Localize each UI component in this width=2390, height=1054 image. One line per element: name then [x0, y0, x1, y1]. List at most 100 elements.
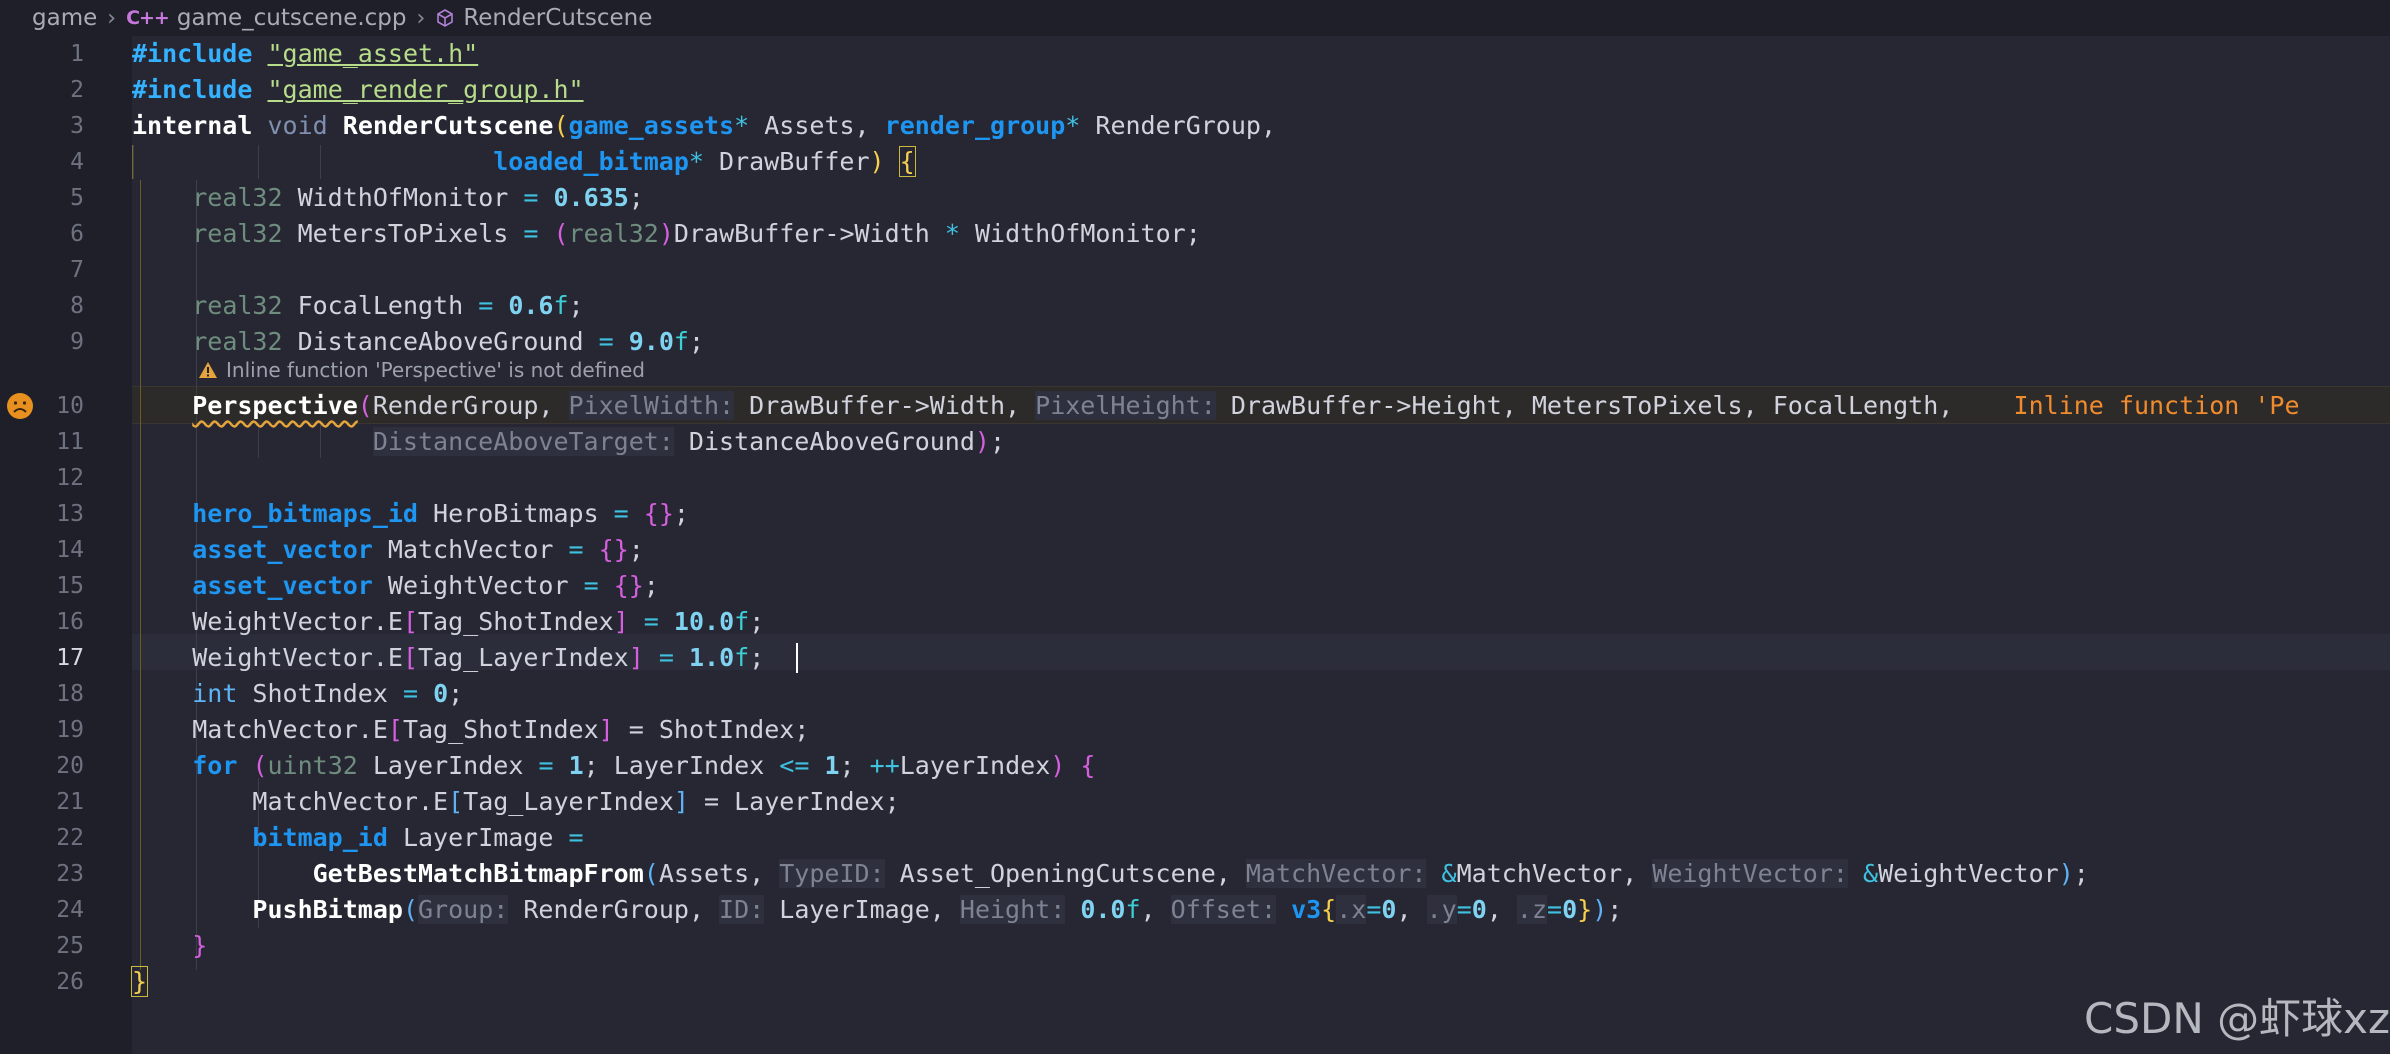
code-line: 2 #include "game_render_group.h": [0, 72, 2390, 108]
code-text[interactable]: WeightVector.E[Tag_ShotIndex] = 10.0f;: [132, 604, 764, 640]
chevron-right-icon: ›: [107, 5, 117, 31]
inlay-hint: PixelHeight:: [1035, 391, 1216, 420]
line-number: 21: [56, 789, 84, 815]
code-line-active: 17 WeightVector.E[Tag_LayerIndex] = 1.0f…: [0, 640, 2390, 676]
code-text[interactable]: WeightVector.E[Tag_LayerIndex] = 1.0f;: [132, 640, 764, 676]
inlay-hint: Group:: [418, 895, 509, 924]
code-line: 23 GetBestMatchBitmapFrom(Assets, TypeID…: [0, 856, 2390, 892]
code-line: 15 asset_vector WeightVector = {};: [0, 568, 2390, 604]
code-line: 24 PushBitmap(Group: RenderGroup, ID: La…: [0, 892, 2390, 928]
symbol-method-icon: [435, 8, 455, 28]
code-line: 18 int ShotIndex = 0;: [0, 676, 2390, 712]
code-text[interactable]: real32 WidthOfMonitor = 0.635;: [132, 180, 644, 216]
inlay-hint: DistanceAboveTarget:: [372, 427, 674, 456]
code-line: 7: [0, 252, 2390, 288]
inlay-hint: ID:: [719, 895, 765, 924]
code-text[interactable]: internal void RenderCutscene(game_assets…: [132, 108, 1276, 144]
line-number: 1: [70, 41, 84, 67]
code-text[interactable]: }: [132, 928, 207, 964]
text-cursor: [796, 643, 798, 673]
inlay-hint: Offset:: [1170, 895, 1276, 924]
code-line: 25 }: [0, 928, 2390, 964]
code-line: 6 real32 MetersToPixels = (real32)DrawBu…: [0, 216, 2390, 252]
code-line: 10 Perspective(RenderGroup, PixelWidth: …: [0, 388, 2390, 424]
code-text[interactable]: GetBestMatchBitmapFrom(Assets, TypeID: A…: [132, 856, 2089, 892]
line-number: 14: [56, 537, 84, 563]
line-number: 2: [70, 77, 84, 103]
line-number: 16: [56, 609, 84, 635]
code-line: 4 loaded_bitmap* DrawBuffer) {: [0, 144, 2390, 180]
code-line: 12: [0, 460, 2390, 496]
line-number: 25: [56, 933, 84, 959]
code-text[interactable]: asset_vector MatchVector = {};: [132, 532, 644, 568]
line-number: 7: [70, 257, 84, 283]
code-text[interactable]: bitmap_id LayerImage =: [132, 820, 583, 856]
code-text[interactable]: for (uint32 LayerIndex = 1; LayerIndex <…: [132, 748, 1095, 784]
code-text[interactable]: hero_bitmaps_id HeroBitmaps = {};: [132, 496, 689, 532]
line-number: 11: [56, 429, 84, 455]
warning-lens[interactable]: Inline function 'Perspective' is not def…: [198, 358, 645, 382]
code-line: 9 real32 DistanceAboveGround = 9.0f;: [0, 324, 2390, 360]
code-line: 16 WeightVector.E[Tag_ShotIndex] = 10.0f…: [0, 604, 2390, 640]
warning-icon: [198, 361, 218, 379]
line-number: 18: [56, 681, 84, 707]
line-number: 26: [56, 969, 84, 995]
inlay-hint: Height:: [959, 895, 1066, 924]
line-number: 15: [56, 573, 84, 599]
code-text[interactable]: Perspective(RenderGroup, PixelWidth: Dra…: [132, 388, 2300, 424]
line-number: 4: [70, 149, 84, 175]
line-number: 24: [56, 897, 84, 923]
breadcrumb-symbol[interactable]: RenderCutscene: [463, 5, 652, 31]
line-number: 3: [70, 113, 84, 139]
code-line: 20 for (uint32 LayerIndex = 1; LayerInde…: [0, 748, 2390, 784]
code-text[interactable]: DistanceAboveTarget: DistanceAboveGround…: [132, 424, 1005, 460]
line-number: 13: [56, 501, 84, 527]
code-line: 22 bitmap_id LayerImage =: [0, 820, 2390, 856]
line-number: 6: [70, 221, 84, 247]
line-number: 8: [70, 293, 84, 319]
code-text[interactable]: loaded_bitmap* DrawBuffer) {: [132, 144, 916, 180]
code-line: 1 #include "game_asset.h": [0, 36, 2390, 72]
code-line: 21 MatchVector.E[Tag_LayerIndex] = Layer…: [0, 784, 2390, 820]
code-text[interactable]: MatchVector.E[Tag_LayerIndex] = LayerInd…: [132, 784, 899, 820]
line-number: 22: [56, 825, 84, 851]
line-number: 19: [56, 717, 84, 743]
breadcrumb: game › C++ game_cutscene.cpp › RenderCut…: [0, 0, 2390, 36]
line-number: 20: [56, 753, 84, 779]
inlay-hint: WeightVector:: [1652, 859, 1848, 888]
code-text[interactable]: #include "game_asset.h": [132, 36, 478, 72]
code-line: 11 DistanceAboveTarget: DistanceAboveGro…: [0, 424, 2390, 460]
chevron-right-icon: ›: [416, 5, 426, 31]
inlay-hint: MatchVector:: [1245, 859, 1427, 888]
line-number: 9: [70, 329, 84, 355]
perspective-call-error: Perspective: [192, 391, 358, 420]
code-text[interactable]: asset_vector WeightVector = {};: [132, 568, 659, 604]
cpp-file-icon: C++: [126, 7, 170, 29]
line-number: 12: [56, 465, 84, 491]
warning-message: Inline function 'Perspective' is not def…: [226, 358, 645, 382]
breadcrumb-folder[interactable]: game: [32, 5, 97, 31]
line-number: 23: [56, 861, 84, 887]
code-line: 13 hero_bitmaps_id HeroBitmaps = {};: [0, 496, 2390, 532]
code-text[interactable]: int ShotIndex = 0;: [132, 676, 463, 712]
code-text[interactable]: real32 DistanceAboveGround = 9.0f;: [132, 324, 704, 360]
inline-error-message: Inline function 'Pe: [2013, 391, 2300, 420]
code-line: 8 real32 FocalLength = 0.6f;: [0, 288, 2390, 324]
code-text[interactable]: real32 MetersToPixels = (real32)DrawBuff…: [132, 216, 1201, 252]
line-number: 10: [56, 393, 84, 419]
code-text[interactable]: PushBitmap(Group: RenderGroup, ID: Layer…: [132, 892, 1622, 928]
code-line: 26 }: [0, 964, 2390, 1000]
code-line: 19 MatchVector.E[Tag_ShotIndex] = ShotIn…: [0, 712, 2390, 748]
code-text[interactable]: MatchVector.E[Tag_ShotIndex] = ShotIndex…: [132, 712, 809, 748]
watermark: CSDN @虾球xz: [2084, 994, 2390, 1043]
code-text[interactable]: #include "game_render_group.h": [132, 72, 584, 108]
code-line: 5 real32 WidthOfMonitor = 0.635;: [0, 180, 2390, 216]
inlay-hint: PixelWidth:: [568, 391, 735, 420]
inlay-hint: TypeID:: [779, 859, 885, 888]
code-text[interactable]: }: [130, 964, 149, 1000]
code-text[interactable]: real32 FocalLength = 0.6f;: [132, 288, 583, 324]
line-number: 5: [70, 185, 84, 211]
breadcrumb-file[interactable]: game_cutscene.cpp: [177, 5, 407, 31]
code-line: 14 asset_vector MatchVector = {};: [0, 532, 2390, 568]
code-line: 3 internal void RenderCutscene(game_asse…: [0, 108, 2390, 144]
